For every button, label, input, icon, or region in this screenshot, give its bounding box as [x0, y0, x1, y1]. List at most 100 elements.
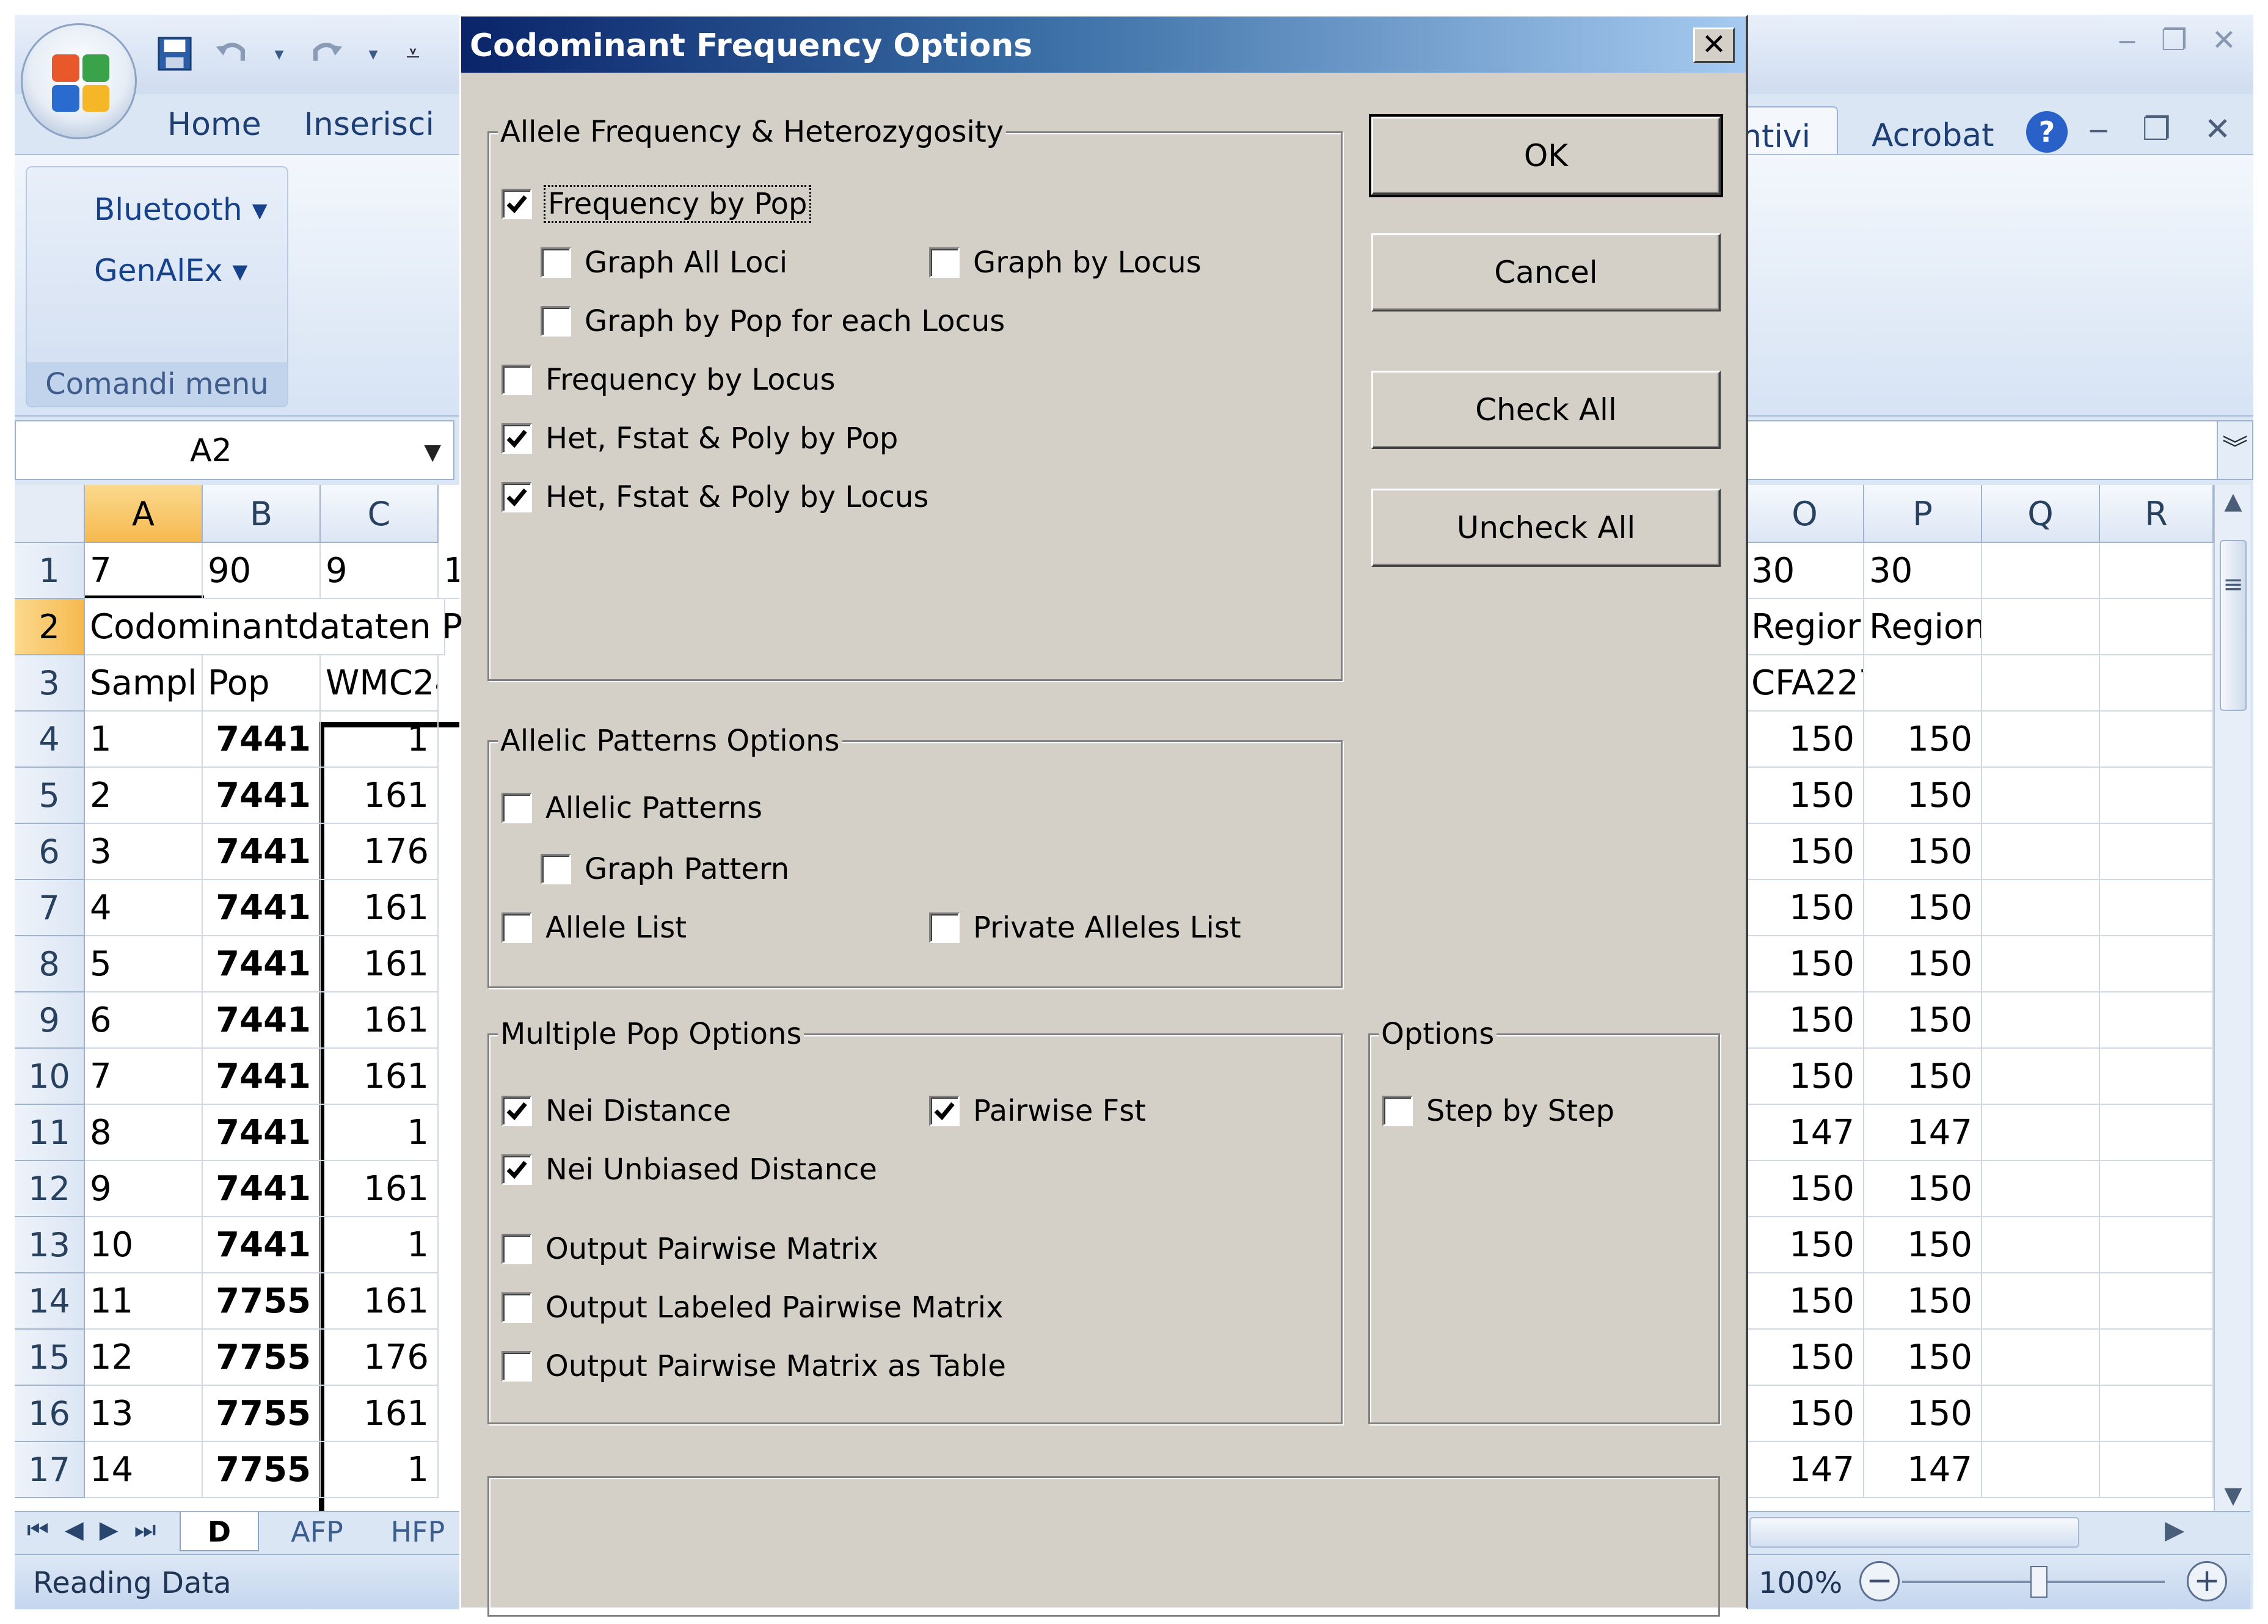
cell-q-16[interactable] [1982, 1386, 2100, 1442]
cell-b-14[interactable]: 7755 [203, 1273, 321, 1330]
checkbox-box[interactable] [929, 247, 960, 278]
bluetooth-menu[interactable]: Bluetooth ▾ [94, 192, 268, 227]
cell-p-15[interactable]: 150 [1864, 1330, 1982, 1386]
cell-p-7[interactable]: 150 [1864, 880, 1982, 936]
cell-a-1[interactable]: 7 [85, 543, 203, 599]
cell-q-14[interactable] [1982, 1273, 2100, 1330]
workbook-restore-icon[interactable]: ❐ [2142, 111, 2171, 148]
cell-b-8[interactable]: 7441 [203, 936, 321, 992]
cell-q-11[interactable] [1982, 1105, 2100, 1161]
row-header[interactable]: 11 [15, 1105, 85, 1161]
cell-a-15[interactable]: 12 [85, 1330, 203, 1386]
checkbox-allele-list[interactable]: Allele List [501, 911, 687, 945]
cell-r-11[interactable] [2100, 1105, 2214, 1161]
cell-b-3[interactable]: Pop [203, 655, 321, 712]
workbook-close-icon[interactable]: ✕ [2204, 111, 2231, 148]
column-header-p[interactable]: P [1864, 485, 1982, 543]
minimize-icon[interactable]: ‒ [2118, 23, 2137, 57]
cell-a-9[interactable]: 6 [85, 992, 203, 1049]
cell-r-13[interactable] [2100, 1217, 2214, 1273]
checkbox-het-by-pop[interactable]: Het, Fstat & Poly by Pop [501, 421, 898, 456]
name-box[interactable]: A2 ▼ [15, 420, 454, 480]
cell-o-4[interactable]: 150 [1746, 712, 1864, 768]
checkbox-allelic-patterns[interactable]: Allelic Patterns [501, 791, 762, 825]
cell-p-9[interactable]: 150 [1864, 992, 1982, 1049]
checkbox-frequency-by-locus[interactable]: Frequency by Locus [501, 363, 835, 397]
cell-b-12[interactable]: 7441 [203, 1161, 321, 1217]
cell-p-6[interactable]: 150 [1864, 824, 1982, 880]
cell-c-1[interactable]: 9 [321, 543, 439, 599]
formula-input[interactable] [1737, 420, 2238, 480]
undo-dropdown-icon[interactable]: ▾ [270, 34, 288, 73]
cell-q-5[interactable] [1982, 768, 2100, 824]
cell-b-13[interactable]: 7441 [203, 1217, 321, 1273]
cell-c-11[interactable]: 1 [321, 1105, 439, 1161]
cell-o-6[interactable]: 150 [1746, 824, 1864, 880]
cell-c-6[interactable]: 176 [321, 824, 439, 880]
workbook-minimize-icon[interactable]: ‒ [2088, 111, 2109, 148]
cell-a-3[interactable]: Sampl [85, 655, 203, 712]
cell-r-16[interactable] [2100, 1386, 2214, 1442]
cell-q-10[interactable] [1982, 1049, 2100, 1105]
cell-q-2[interactable] [1982, 599, 2100, 655]
cell-r-3[interactable] [2100, 655, 2214, 712]
cell-p-1[interactable]: 30 [1864, 543, 1982, 599]
cell-p-11[interactable]: 147 [1864, 1105, 1982, 1161]
column-header-a[interactable]: A [85, 485, 203, 543]
checkbox-graph-all-loci[interactable]: Graph All Loci [541, 246, 787, 280]
cell-b-17[interactable]: 7755 [203, 1442, 321, 1498]
cell-o-16[interactable]: 150 [1746, 1386, 1864, 1442]
cell-p-10[interactable]: 150 [1864, 1049, 1982, 1105]
scroll-right-icon[interactable]: ▶ [2165, 1515, 2184, 1545]
cell-a-12[interactable]: 9 [85, 1161, 203, 1217]
checkbox-graph-by-pop-each-locus[interactable]: Graph by Pop for each Locus [541, 304, 1005, 338]
checkbox-box[interactable] [501, 482, 532, 512]
column-header-o[interactable]: O [1746, 485, 1864, 543]
formula-expand-icon[interactable]: ︾ [2217, 420, 2253, 480]
cell-b-4[interactable]: 7441 [203, 712, 321, 768]
column-header-c[interactable]: C [321, 485, 439, 543]
cell-r-8[interactable] [2100, 936, 2214, 992]
cell-r-5[interactable] [2100, 768, 2214, 824]
cell-c-5[interactable]: 161 [321, 768, 439, 824]
checkbox-box[interactable] [501, 1351, 532, 1382]
row-header[interactable]: 7 [15, 880, 85, 936]
cell-p-8[interactable]: 150 [1864, 936, 1982, 992]
uncheck-all-button[interactable]: Uncheck All [1371, 489, 1721, 567]
cell-o-10[interactable]: 150 [1746, 1049, 1864, 1105]
cell-c-9[interactable]: 161 [321, 992, 439, 1049]
cell-o-2[interactable]: Regior [1746, 599, 1864, 655]
cell-o-1[interactable]: 30 [1746, 543, 1864, 599]
cell-o-12[interactable]: 150 [1746, 1161, 1864, 1217]
checkbox-nei-distance[interactable]: Nei Distance [501, 1094, 731, 1128]
cell-a-4[interactable]: 1 [85, 712, 203, 768]
sheet-tab-hfp[interactable]: HFP [372, 1512, 464, 1551]
cell-p-13[interactable]: 150 [1864, 1217, 1982, 1273]
checkbox-box[interactable] [501, 189, 532, 219]
cell-q-12[interactable] [1982, 1161, 2100, 1217]
row-header[interactable]: 12 [15, 1161, 85, 1217]
customize-qat-icon[interactable]: ⩡ [401, 34, 425, 73]
zoom-out-icon[interactable]: − [1859, 1561, 1900, 1601]
redo-icon[interactable] [307, 34, 346, 73]
cell-c-3[interactable]: WMC24 [321, 655, 439, 712]
cell-o-11[interactable]: 147 [1746, 1105, 1864, 1161]
checkbox-box[interactable] [501, 1096, 532, 1126]
cell-a-2[interactable]: Codominantdataten P [85, 599, 462, 655]
cell-r-15[interactable] [2100, 1330, 2214, 1386]
cell-a-11[interactable]: 8 [85, 1105, 203, 1161]
cell-c-8[interactable]: 161 [321, 936, 439, 992]
checkbox-pairwise-fst[interactable]: Pairwise Fst [929, 1094, 1146, 1128]
checkbox-box[interactable] [501, 912, 532, 943]
cell-c-16[interactable]: 161 [321, 1386, 439, 1442]
cell-c-13[interactable]: 1 [321, 1217, 439, 1273]
cell-r-2[interactable] [2100, 599, 2214, 655]
checkbox-box[interactable] [541, 247, 571, 278]
cell-r-17[interactable] [2100, 1442, 2214, 1498]
row-header[interactable]: 17 [15, 1442, 85, 1498]
tab-acrobat[interactable]: Acrobat [1872, 117, 1994, 154]
cell-c-14[interactable]: 161 [321, 1273, 439, 1330]
cell-q-13[interactable] [1982, 1217, 2100, 1273]
row-header[interactable]: 9 [15, 992, 85, 1049]
cell-a-14[interactable]: 11 [85, 1273, 203, 1330]
